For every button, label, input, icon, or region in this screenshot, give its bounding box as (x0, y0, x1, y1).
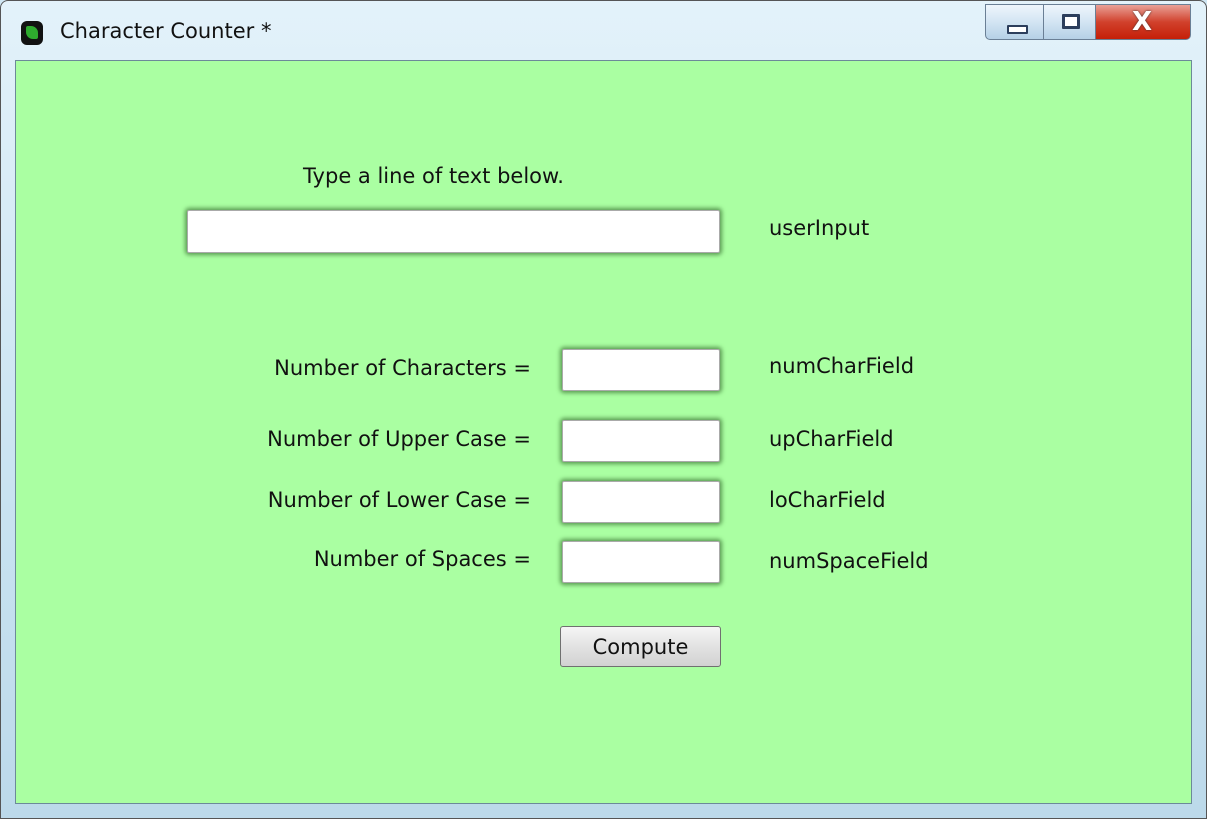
upper-case-label: Number of Upper Case = (267, 427, 531, 451)
lower-case-id-label: loCharField (769, 488, 886, 512)
prompt-label: Type a line of text below. (303, 164, 564, 188)
minimize-button[interactable] (985, 4, 1044, 40)
num-char-label: Number of Characters = (274, 356, 531, 380)
user-input[interactable] (187, 210, 720, 253)
num-char-id-label: numCharField (769, 354, 915, 378)
close-icon: X (1132, 7, 1153, 37)
lower-case-field[interactable] (562, 481, 720, 523)
spaces-id-label: numSpaceField (769, 549, 929, 573)
upper-case-id-label: upCharField (769, 427, 894, 451)
window-title: Character Counter * (60, 19, 272, 43)
upper-case-field[interactable] (562, 420, 720, 462)
lower-case-label: Number of Lower Case = (267, 488, 531, 512)
spaces-field[interactable] (562, 541, 720, 583)
maximize-button[interactable] (1043, 4, 1096, 40)
compute-button[interactable]: Compute (560, 626, 721, 667)
close-button[interactable]: X (1095, 4, 1191, 40)
minimize-icon (1007, 25, 1028, 34)
leaf-icon (21, 21, 43, 45)
user-input-id-label: userInput (769, 216, 870, 240)
spaces-label: Number of Spaces = (313, 547, 531, 571)
num-char-field[interactable] (562, 349, 720, 391)
maximize-icon (1062, 14, 1080, 29)
